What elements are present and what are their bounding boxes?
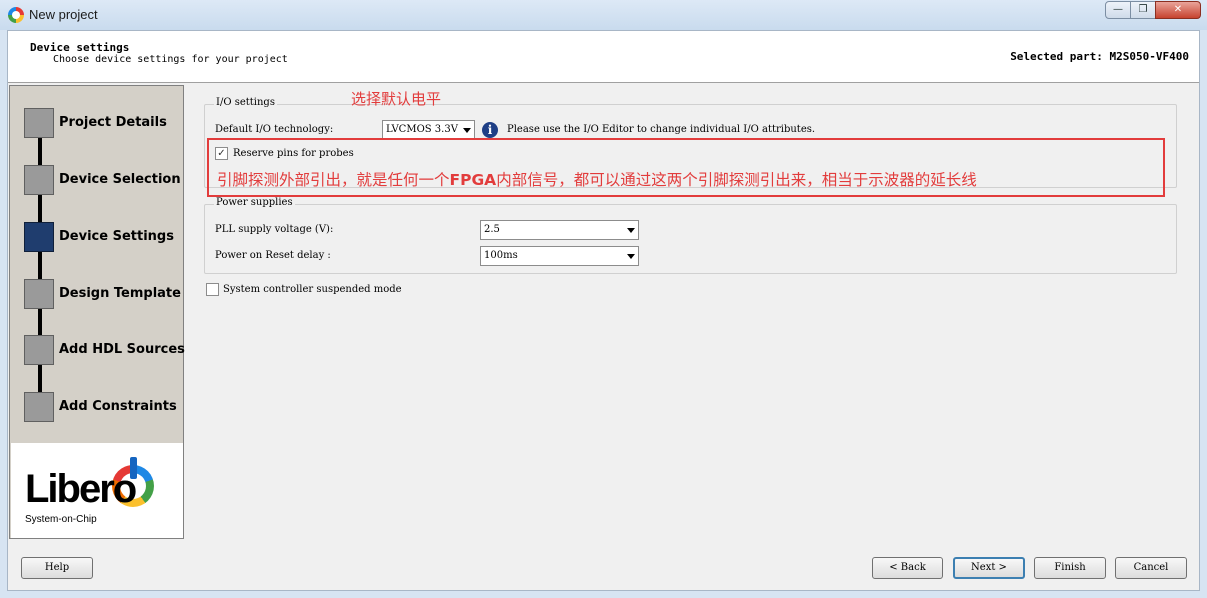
logo-power-icon <box>130 457 137 479</box>
step-add-hdl-sources: Add HDL Sources <box>24 335 185 367</box>
restore-icon[interactable]: ❐ <box>1130 1 1156 19</box>
io-info-text: Please use the I/O Editor to change indi… <box>507 124 816 135</box>
selected-part: Selected part: M2S050-VF400 <box>1010 50 1189 63</box>
step-label: Device Selection <box>59 172 181 187</box>
annotation-probe-note-fpga: FPGA <box>449 171 497 189</box>
reserve-probes-label: Reserve pins for probes <box>233 148 354 159</box>
finish-button[interactable]: Finish <box>1034 557 1106 579</box>
system-controller-label: System controller suspended mode <box>223 284 402 295</box>
annotation-probe-note: 引脚探测外部引出，就是任何一个FPGA内部信号，都可以通过这两个引脚探测引出来，… <box>217 168 977 190</box>
reset-delay-select[interactable]: 100ms <box>480 246 639 266</box>
minimize-icon[interactable]: — <box>1105 1 1131 19</box>
step-marker-icon <box>24 335 54 365</box>
info-icon: i <box>482 122 498 138</box>
window-title: New project <box>29 7 98 22</box>
next-button[interactable]: Next > <box>953 557 1025 579</box>
step-label: Device Settings <box>59 229 174 244</box>
dialog-client: Device settings Choose device settings f… <box>7 30 1200 591</box>
step-project-details: Project Details <box>24 108 184 140</box>
io-tech-label: Default I/O technology: <box>215 124 334 135</box>
page-subtitle: Choose device settings for your project <box>53 54 288 65</box>
app-icon <box>8 7 24 23</box>
back-button[interactable]: < Back <box>872 557 943 579</box>
step-label: Add Constraints <box>59 399 177 414</box>
chevron-down-icon <box>627 228 635 233</box>
io-technology-select[interactable]: LVCMOS 3.3V <box>382 120 475 140</box>
step-label: Project Details <box>59 115 167 130</box>
step-marker-icon <box>24 165 54 195</box>
step-marker-icon <box>24 108 54 138</box>
reserve-probes-checkbox[interactable]: ✓ <box>215 147 228 160</box>
title-bar: New project — ❐ ✕ <box>0 0 1207 30</box>
step-label: Add HDL Sources <box>59 342 185 357</box>
chevron-down-icon <box>627 254 635 259</box>
annotation-probe-note-part2: 内部信号，都可以通过这两个引脚探测引出来，相当于示波器的延长线 <box>496 171 977 189</box>
step-design-template: Design Template <box>24 279 184 311</box>
step-device-settings: Device Settings <box>24 222 184 254</box>
power-supplies-label: Power supplies <box>214 197 295 208</box>
pll-voltage-label: PLL supply voltage (V): <box>215 224 334 235</box>
step-label: Design Template <box>59 286 181 301</box>
step-marker-icon <box>24 392 54 422</box>
annotation-default-level: 选择默认电平 <box>351 90 442 108</box>
libero-logo: Libero System-on-Chip <box>11 443 183 538</box>
io-settings-label: I/O settings <box>214 97 277 108</box>
logo-tagline: System-on-Chip <box>25 514 97 525</box>
step-add-constraints: Add Constraints <box>24 392 184 424</box>
reset-delay-value: 100ms <box>484 250 518 261</box>
system-controller-checkbox[interactable] <box>206 283 219 296</box>
annotation-probe-note-part1: 引脚探测外部引出，就是任何一个 <box>217 171 450 189</box>
power-supplies-group <box>204 204 1177 274</box>
reset-delay-label: Power on Reset delay : <box>215 250 331 261</box>
chevron-down-icon <box>463 128 471 133</box>
wizard-header: Device settings Choose device settings f… <box>8 31 1199 83</box>
window-controls: — ❐ ✕ <box>1105 1 1201 19</box>
logo-brand: Libero <box>25 467 137 511</box>
page-title: Device settings <box>30 41 130 54</box>
pll-voltage-select[interactable]: 2.5 <box>480 220 639 240</box>
close-icon[interactable]: ✕ <box>1155 1 1201 19</box>
step-marker-icon <box>24 279 54 309</box>
io-technology-value: LVCMOS 3.3V <box>386 124 458 135</box>
pll-voltage-value: 2.5 <box>484 224 500 235</box>
wizard-steps-sidebar: Project Details Device Selection Device … <box>9 85 185 539</box>
step-device-selection: Device Selection <box>24 165 184 197</box>
step-marker-active-icon <box>24 222 54 252</box>
help-button[interactable]: Help <box>21 557 93 579</box>
cancel-button[interactable]: Cancel <box>1115 557 1187 579</box>
